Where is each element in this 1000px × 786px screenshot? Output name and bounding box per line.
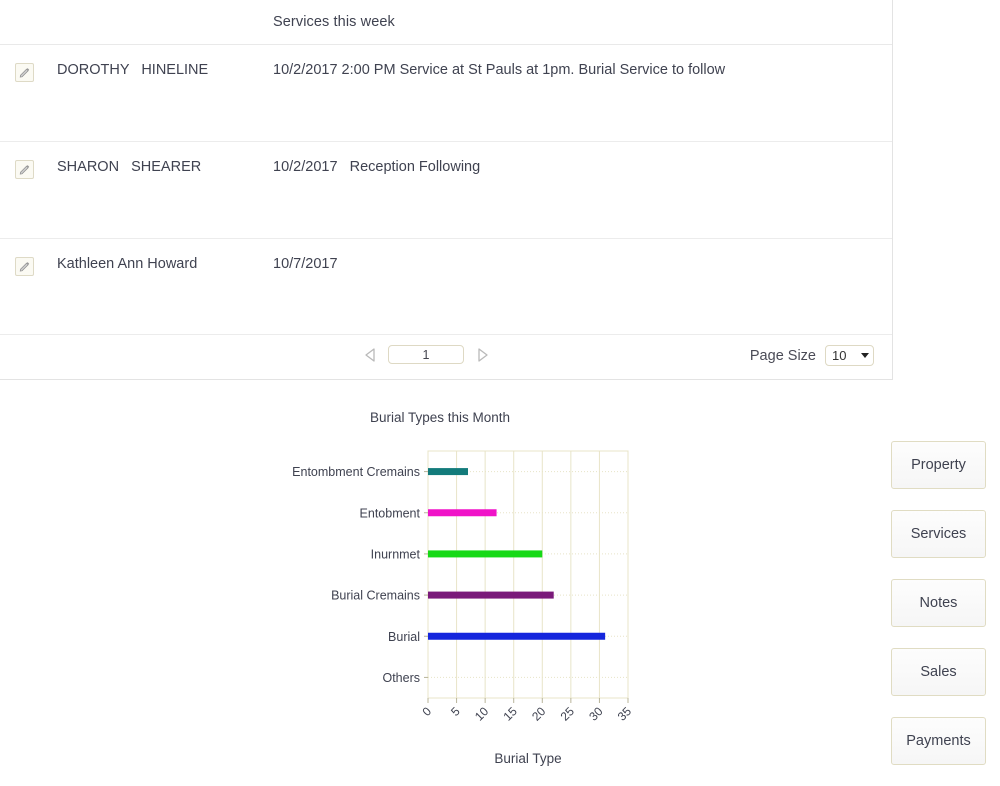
xtick-label: 10 bbox=[472, 704, 492, 724]
bar-burial-cremains bbox=[428, 591, 554, 599]
page-size-select[interactable]: 10 bbox=[825, 345, 874, 366]
caret-down-icon bbox=[861, 353, 869, 358]
page-number-input[interactable] bbox=[388, 345, 464, 364]
ytick-label: Burial Cremains bbox=[331, 589, 420, 603]
grid-header-row: Services this week bbox=[0, 0, 892, 45]
ytick-label: Entobment bbox=[360, 506, 421, 520]
page-size-control: Page Size 10 bbox=[750, 345, 874, 366]
plot-frame bbox=[427, 450, 629, 699]
xtick-label: 5 bbox=[448, 704, 463, 719]
xtick-label: 0 bbox=[419, 704, 434, 719]
services-button[interactable]: Services bbox=[891, 510, 986, 558]
row-description: 10/2/2017 Reception Following bbox=[273, 159, 481, 175]
page-size-label: Page Size bbox=[749, 347, 816, 364]
notes-button[interactable]: Notes bbox=[891, 579, 986, 627]
property-button[interactable]: Property bbox=[891, 441, 986, 489]
row-description: 10/2/2017 2:00 PM Service at St Pauls at… bbox=[273, 62, 726, 78]
bar-burial bbox=[428, 632, 606, 640]
pager-controls bbox=[362, 345, 490, 364]
x-axis-label: Burial Type bbox=[494, 751, 561, 766]
pencil-edit-icon[interactable] bbox=[15, 160, 34, 179]
payments-button[interactable]: Payments bbox=[891, 717, 986, 765]
xtick-label: 15 bbox=[500, 704, 520, 724]
ytick-label: Inurnmet bbox=[371, 547, 421, 561]
row-name: Kathleen Ann Howard bbox=[57, 256, 198, 272]
table-row[interactable]: SHARON SHEARER 10/2/2017 Reception Follo… bbox=[0, 142, 892, 239]
xtick-label: 20 bbox=[529, 704, 549, 724]
ytick-label: Entombment Cremains bbox=[292, 465, 420, 479]
table-row[interactable]: DOROTHY HINELINE 10/2/2017 2:00 PM Servi… bbox=[0, 45, 892, 142]
pencil-edit-icon[interactable] bbox=[15, 257, 34, 276]
pager: Page Size 10 bbox=[0, 335, 892, 379]
bar-entobment bbox=[428, 509, 497, 517]
triangle-right-icon[interactable] bbox=[474, 346, 490, 364]
xtick-label: 35 bbox=[615, 704, 635, 724]
xtick-label: 30 bbox=[586, 704, 606, 724]
bar-inurnmet bbox=[428, 550, 543, 558]
burial-types-chart: Burial Types this Month Others Burial Buri… bbox=[0, 392, 880, 785]
row-name: DOROTHY HINELINE bbox=[57, 62, 209, 78]
triangle-left-icon[interactable] bbox=[362, 346, 378, 364]
bar-entombment-cremains bbox=[428, 468, 468, 476]
row-name: SHARON SHEARER bbox=[57, 159, 202, 175]
xtick-label: 25 bbox=[558, 704, 578, 724]
ytick-label: Others bbox=[382, 671, 420, 685]
ytick-label: Burial bbox=[388, 630, 420, 644]
pencil-edit-icon[interactable] bbox=[15, 63, 34, 82]
row-description: 10/7/2017 bbox=[273, 256, 338, 272]
column-header-services-this-week: Services this week bbox=[273, 14, 395, 30]
sales-button[interactable]: Sales bbox=[891, 648, 986, 696]
services-grid-panel: Services this week DOROTHY HINELINE 10/2… bbox=[0, 0, 893, 380]
side-button-group: Property Services Notes Sales Payments bbox=[891, 441, 987, 786]
chart-plot-area: Others Burial Burial Cremains Inurnmet Entob… bbox=[292, 450, 635, 766]
table-row[interactable]: Kathleen Ann Howard 10/7/2017 bbox=[0, 239, 892, 335]
page-size-value: 10 bbox=[832, 348, 847, 363]
